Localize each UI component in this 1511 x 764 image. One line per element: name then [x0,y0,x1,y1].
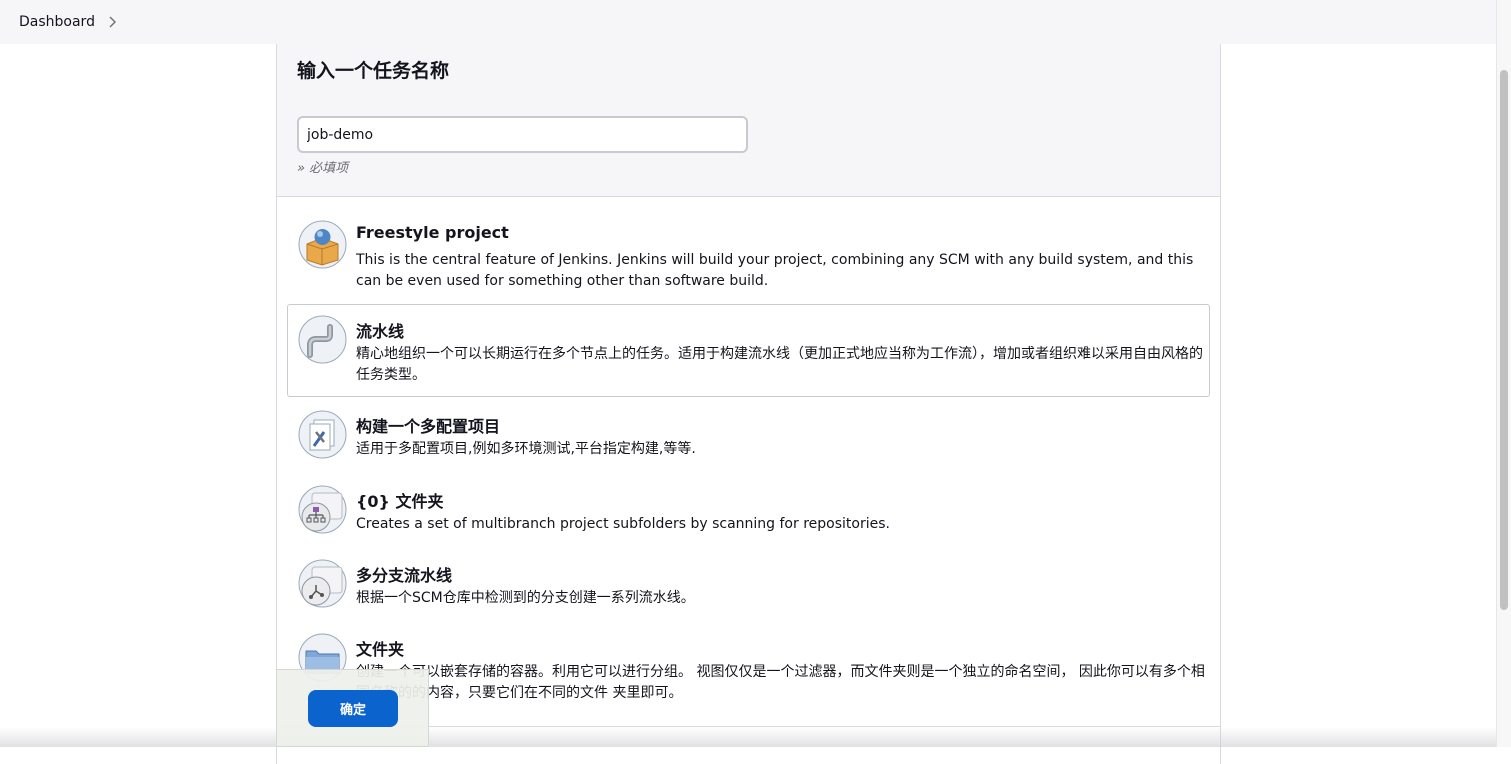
item-title: 流水线 [356,322,405,341]
item-description: 精心地组织一个可以长期运行在多个节点上的任务。适用于构建流水线（更加正式地应当称… [356,346,1203,383]
item-title: 构建一个多配置项目 [356,417,501,436]
item-name-input[interactable] [297,116,748,153]
item-description: Creates a set of multibranch project sub… [356,516,890,532]
item-type-pipeline[interactable]: 流水线 精心地组织一个可以长期运行在多个节点上的任务。适用于构建流水线（更加正式… [287,304,1210,397]
item-description: 适用于多配置项目,例如多环境测试,平台指定构建,等等. [356,441,696,457]
top-bar: Dashboard [0,0,1496,44]
item-name-section: 输入一个任务名称 » 必填项 [277,44,1220,197]
confirm-button[interactable]: 确定 [308,690,398,727]
pipeline-icon [298,315,347,364]
item-type-multi-config[interactable]: 构建一个多配置项目 适用于多配置项目,例如多环境测试,平台指定构建,等等. [287,399,1210,469]
freestyle-box-icon [298,220,347,269]
org-folder-icon [298,485,347,534]
item-description: 创建一个可以嵌套存储的容器。利用它可以进行分组。 视图仅仅是一个过滤器，而文件夹… [356,664,1205,701]
new-item-panel: 输入一个任务名称 » 必填项 Freestyle project This is… [276,44,1221,764]
chevron-right-icon [109,16,116,28]
confirm-bar: 确定 [276,669,429,747]
bottom-shadow [0,727,1496,747]
item-type-org-folder[interactable]: {0} 文件夹 Creates a set of multibranch pro… [287,474,1210,544]
item-type-freestyle[interactable]: Freestyle project This is the central fe… [287,209,1210,299]
item-type-multibranch[interactable]: 多分支流水线 根据一个SCM仓库中检测到的分支创建一系列流水线。 [287,548,1210,618]
breadcrumb-dashboard[interactable]: Dashboard [19,14,95,30]
multi-config-icon [298,410,347,459]
item-description: This is the central feature of Jenkins. … [356,252,1194,289]
page-title: 输入一个任务名称 [297,60,450,82]
vertical-scrollbar[interactable] [1496,0,1511,747]
multibranch-icon [298,559,347,608]
required-hint: » 必填项 [297,161,349,176]
item-title: 文件夹 [356,640,405,659]
item-description: 根据一个SCM仓库中检测到的分支创建一系列流水线。 [356,590,695,606]
item-title: {0} 文件夹 [356,492,444,511]
item-title: Freestyle project [356,223,509,242]
item-title: 多分支流水线 [356,566,453,585]
scrollbar-thumb[interactable] [1500,70,1508,610]
